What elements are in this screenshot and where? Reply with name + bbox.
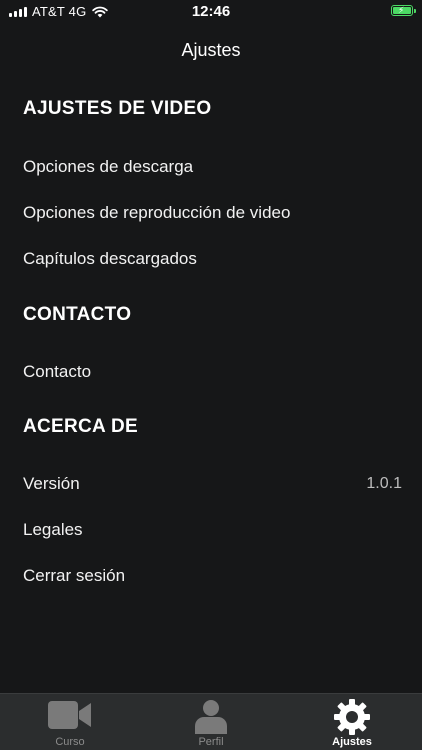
section-header-video: AJUSTES DE VIDEO: [23, 98, 212, 119]
gear-icon: [334, 699, 370, 735]
person-icon: [195, 700, 227, 734]
battery-charging-icon: ⚡: [391, 5, 416, 16]
tab-label: Curso: [55, 736, 85, 748]
row-label: Contacto: [23, 362, 92, 381]
row-downloaded-chapters[interactable]: Capítulos descargados: [23, 247, 402, 271]
page-title: Ajustes: [181, 40, 241, 60]
section-header-contact: CONTACTO: [23, 304, 132, 325]
row-legal[interactable]: Legales: [23, 518, 402, 542]
row-label: Capítulos descargados: [23, 249, 197, 268]
row-label: Legales: [23, 520, 83, 539]
tab-ajustes[interactable]: Ajustes: [282, 694, 422, 750]
tab-bar: Curso Perfil Ajustes: [0, 693, 422, 750]
row-download-options[interactable]: Opciones de descarga: [23, 155, 402, 179]
row-label: Cerrar sesión: [23, 566, 126, 585]
tab-label: Ajustes: [332, 736, 372, 748]
tab-perfil[interactable]: Perfil: [141, 694, 281, 750]
row-label: Versión: [23, 474, 80, 493]
status-bar: AT&T 4G 12:46 ⚡: [0, 0, 422, 24]
row-label: Opciones de descarga: [23, 157, 194, 176]
tab-curso[interactable]: Curso: [0, 694, 140, 750]
row-contact[interactable]: Contacto: [23, 360, 402, 384]
row-logout[interactable]: Cerrar sesión: [23, 564, 402, 588]
row-label: Opciones de reproducción de video: [23, 203, 291, 222]
version-value: 1.0.1: [366, 475, 402, 492]
row-version: Versión 1.0.1: [23, 472, 402, 496]
video-camera-icon: [48, 701, 91, 729]
tab-label: Perfil: [198, 736, 224, 748]
status-time: 12:46: [191, 3, 231, 20]
section-header-about: ACERCA DE: [23, 416, 138, 437]
row-playback-options[interactable]: Opciones de reproducción de video: [23, 201, 402, 225]
